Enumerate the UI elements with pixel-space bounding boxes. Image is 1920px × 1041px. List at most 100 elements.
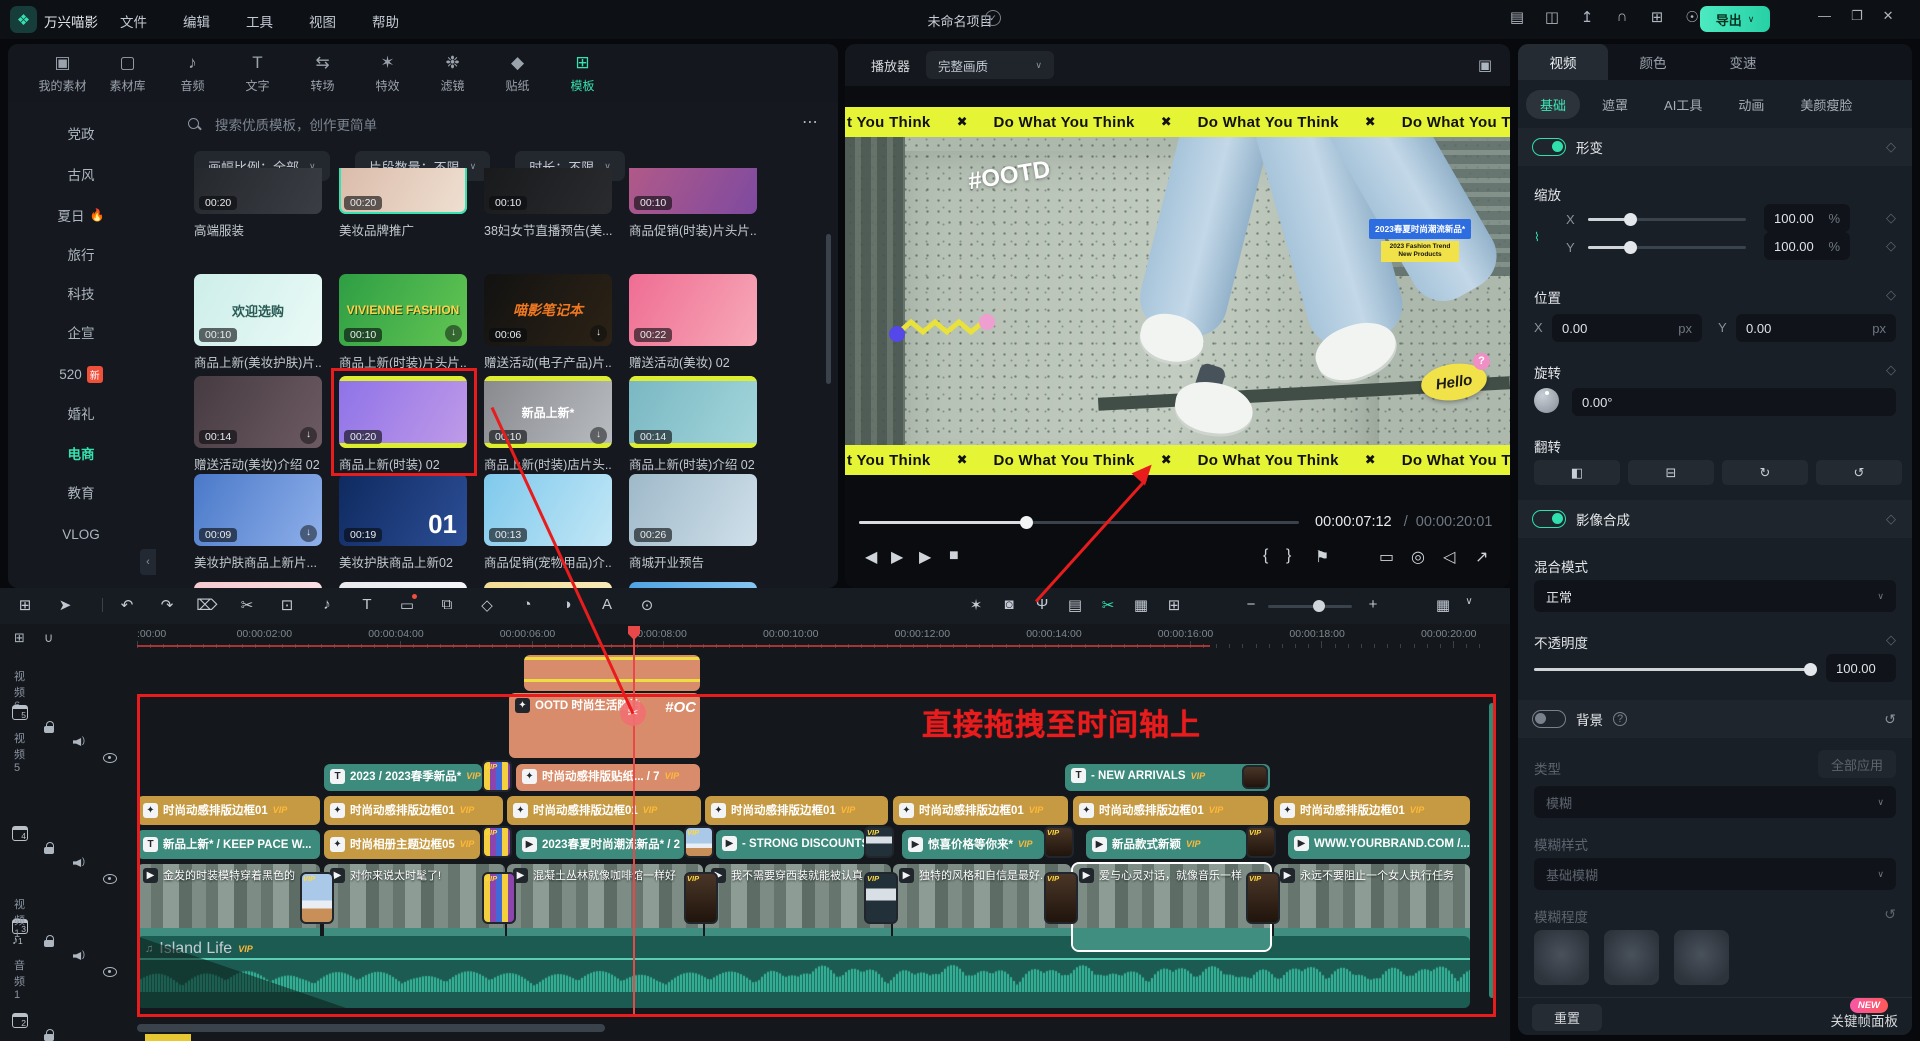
scale-y-slider[interactable] — [1588, 246, 1746, 249]
redo-icon[interactable]: ↷ — [156, 596, 178, 614]
visibility-icon[interactable] — [102, 871, 118, 886]
timeline-clip[interactable]: T- NEW ARRIVALSVIP — [1065, 764, 1270, 791]
menu-视图[interactable]: 视图 — [297, 7, 348, 35]
mask-icon[interactable]: ▭ — [396, 596, 418, 614]
template-card[interactable]: 欢迎选购00:10商品上新(美妆护肤)片... — [194, 274, 322, 371]
position-y-input[interactable]: 0.00px — [1736, 314, 1896, 342]
publish-icon[interactable]: ↥ — [1578, 8, 1596, 26]
transition-clip[interactable]: VIP — [1246, 826, 1276, 858]
media-tab-转场[interactable]: ⇆ 转场 — [290, 44, 355, 102]
support-icon[interactable]: ∩ — [1613, 8, 1631, 26]
sidebar-item-科技[interactable]: 科技 — [8, 278, 154, 308]
media-tab-我的素材[interactable]: ▣ 我的素材 — [30, 44, 95, 102]
magnet-icon[interactable]: ∪ — [44, 630, 54, 646]
download-icon[interactable]: ↓ — [300, 427, 317, 444]
keyframe-diamond-icon[interactable]: ◇ — [1886, 287, 1896, 303]
caption-icon[interactable]: ▤ — [1064, 596, 1086, 614]
account-icon[interactable]: ☉ — [1683, 8, 1701, 26]
template-card[interactable]: 00:13商品促销(宠物用品)介... — [484, 474, 612, 571]
media-scrollbar[interactable] — [826, 234, 831, 384]
blur-preset[interactable] — [1604, 930, 1659, 985]
text-tool-icon[interactable]: T — [356, 596, 378, 613]
split-icon[interactable]: ✂ — [236, 596, 258, 614]
sidebar-item-520[interactable]: 520新 — [8, 359, 154, 389]
template-card[interactable]: 00:20高端服装 — [194, 168, 322, 239]
download-icon[interactable]: ↓ — [590, 325, 607, 342]
timeline-clip[interactable]: ▶WWW.YOURBRAND.COM /... — [1288, 830, 1470, 859]
timeline-clip[interactable]: ▶新品款式新颖VIP — [1086, 830, 1246, 859]
minimize-icon[interactable]: — — [1818, 8, 1831, 24]
blend-mode-dropdown[interactable]: 正常∨ — [1534, 580, 1896, 612]
timeline-zoom-slider[interactable] — [1268, 605, 1352, 608]
effects-icon[interactable]: ✶ — [965, 596, 987, 614]
scale-link-lock-icon[interactable]: ⌇ — [1534, 230, 1540, 244]
download-icon[interactable]: ↓ — [445, 325, 462, 342]
chevron-down-icon[interactable]: ∨ — [1458, 596, 1480, 607]
keyframe-diamond-icon[interactable]: ◇ — [1886, 511, 1896, 527]
opacity-value[interactable]: 100.00 — [1826, 654, 1896, 682]
template-card[interactable]: 00:1038妇女节直播预告(美... — [484, 168, 612, 239]
keyframe-panel-button[interactable]: 关键帧面板 NEW — [1831, 1010, 1899, 1030]
next-frame-icon[interactable]: ▶ — [891, 547, 903, 567]
timeline-clip[interactable]: ✦时尚动感排版边框01VIP — [705, 796, 888, 825]
timeline-clip[interactable]: T2023 / 2023春季新品*VIP — [324, 764, 482, 791]
template-card[interactable]: 00:14↓赠送活动(美妆)介绍 02 — [194, 376, 322, 473]
template-card[interactable]: 00:26商城开业预告 — [629, 474, 757, 571]
layout-tool-icon[interactable]: ⊞ — [14, 596, 36, 614]
opacity-slider[interactable] — [1534, 668, 1816, 671]
color-icon[interactable]: ◑ — [556, 596, 578, 613]
transition-clip[interactable]: VIP — [482, 872, 516, 924]
resource-pack-icon[interactable]: ⊞ — [1163, 596, 1185, 614]
transition-clip[interactable]: VIP — [300, 872, 334, 924]
keyframe-diamond-icon[interactable]: ◇ — [1886, 632, 1896, 648]
restore-icon[interactable]: ❐ — [1851, 8, 1863, 24]
mute-icon[interactable] — [72, 735, 88, 750]
sidebar-item-党政[interactable]: 党政 — [8, 118, 154, 148]
template-card[interactable]: 00:14商品上新(时装)介绍 02 — [629, 376, 757, 473]
template-card[interactable]: 新品上新*00:10↓商品上新(时装)店片头... — [484, 376, 612, 473]
fullscreen-icon[interactable]: ↗ — [1475, 547, 1488, 567]
media-tab-特效[interactable]: ✶ 特效 — [355, 44, 420, 102]
keyframe-diamond-icon[interactable]: ◇ — [1886, 139, 1896, 155]
subtab-动画[interactable]: 动画 — [1724, 90, 1778, 119]
silence-detect-icon[interactable]: ✂ — [1097, 596, 1119, 614]
help-icon[interactable]: ? — [1613, 712, 1627, 726]
lock-icon[interactable] — [42, 1028, 58, 1041]
scale-y-value[interactable]: 100.00% — [1764, 232, 1850, 260]
download-icon[interactable]: ↓ — [300, 525, 317, 542]
workspace-icon[interactable]: ⊞ — [1648, 8, 1666, 26]
snapshot-icon[interactable]: ◎ — [1411, 547, 1425, 567]
timeline-clip[interactable]: ▶2023春夏时尚潮流新品* / 2 — [516, 830, 684, 859]
lock-icon[interactable] — [42, 841, 58, 856]
scale-x-slider[interactable] — [1588, 218, 1746, 221]
preview-thumbnail-icon[interactable]: ▣ — [1478, 56, 1492, 74]
voice-record-icon[interactable]: Ψ — [1031, 596, 1053, 613]
position-x-input[interactable]: 0.00px — [1552, 314, 1702, 342]
tab-变速[interactable]: 变速 — [1698, 44, 1788, 80]
template-card[interactable]: 00:20商品上新(时装) 02 — [339, 376, 467, 473]
timeline-clip[interactable]: ▶- STRONG DISCOUNTS — [716, 830, 864, 859]
delete-icon[interactable]: ⌦ — [196, 596, 218, 614]
template-card[interactable]: 00:22赠送活动(美妆) 02 — [629, 274, 757, 371]
rotate-right-button[interactable]: ↻ — [1722, 460, 1808, 485]
flip-horizontal-button[interactable]: ◧ — [1534, 460, 1620, 485]
lock-icon[interactable] — [42, 720, 58, 735]
timeline-clip[interactable]: ✦时尚动感排版边框01VIP — [893, 796, 1068, 825]
audio-clip[interactable]: ♫ Island LifeVIP — [137, 936, 1470, 1008]
timeline-clip[interactable]: ✦时尚动感排版边框01VIP — [507, 796, 701, 825]
timeline-clip-video[interactable]: ▶爱与心灵对话，就像音乐一样 — [1073, 864, 1270, 950]
timeline-hscrollbar[interactable] — [137, 1024, 605, 1032]
visibility-icon[interactable] — [102, 750, 118, 765]
timeline-clip[interactable]: ✦时尚动感排版边框01VIP — [324, 796, 503, 825]
template-card[interactable]: 0100:19美妆护肤商品上新02 — [339, 474, 467, 571]
menu-编辑[interactable]: 编辑 — [171, 7, 222, 35]
marker-icon[interactable]: ⊙ — [636, 596, 658, 614]
track-layout-icon[interactable]: ▦ — [1432, 596, 1454, 614]
transition-clip[interactable] — [1242, 765, 1268, 789]
sidebar-item-教育[interactable]: 教育 — [8, 477, 154, 507]
export-button[interactable]: 导出∨ — [1700, 6, 1770, 32]
transition-clip[interactable]: VIP — [482, 760, 512, 792]
mute-icon[interactable] — [72, 856, 88, 871]
mute-icon[interactable] — [72, 949, 88, 964]
mark-in-icon[interactable]: { — [1263, 547, 1268, 565]
